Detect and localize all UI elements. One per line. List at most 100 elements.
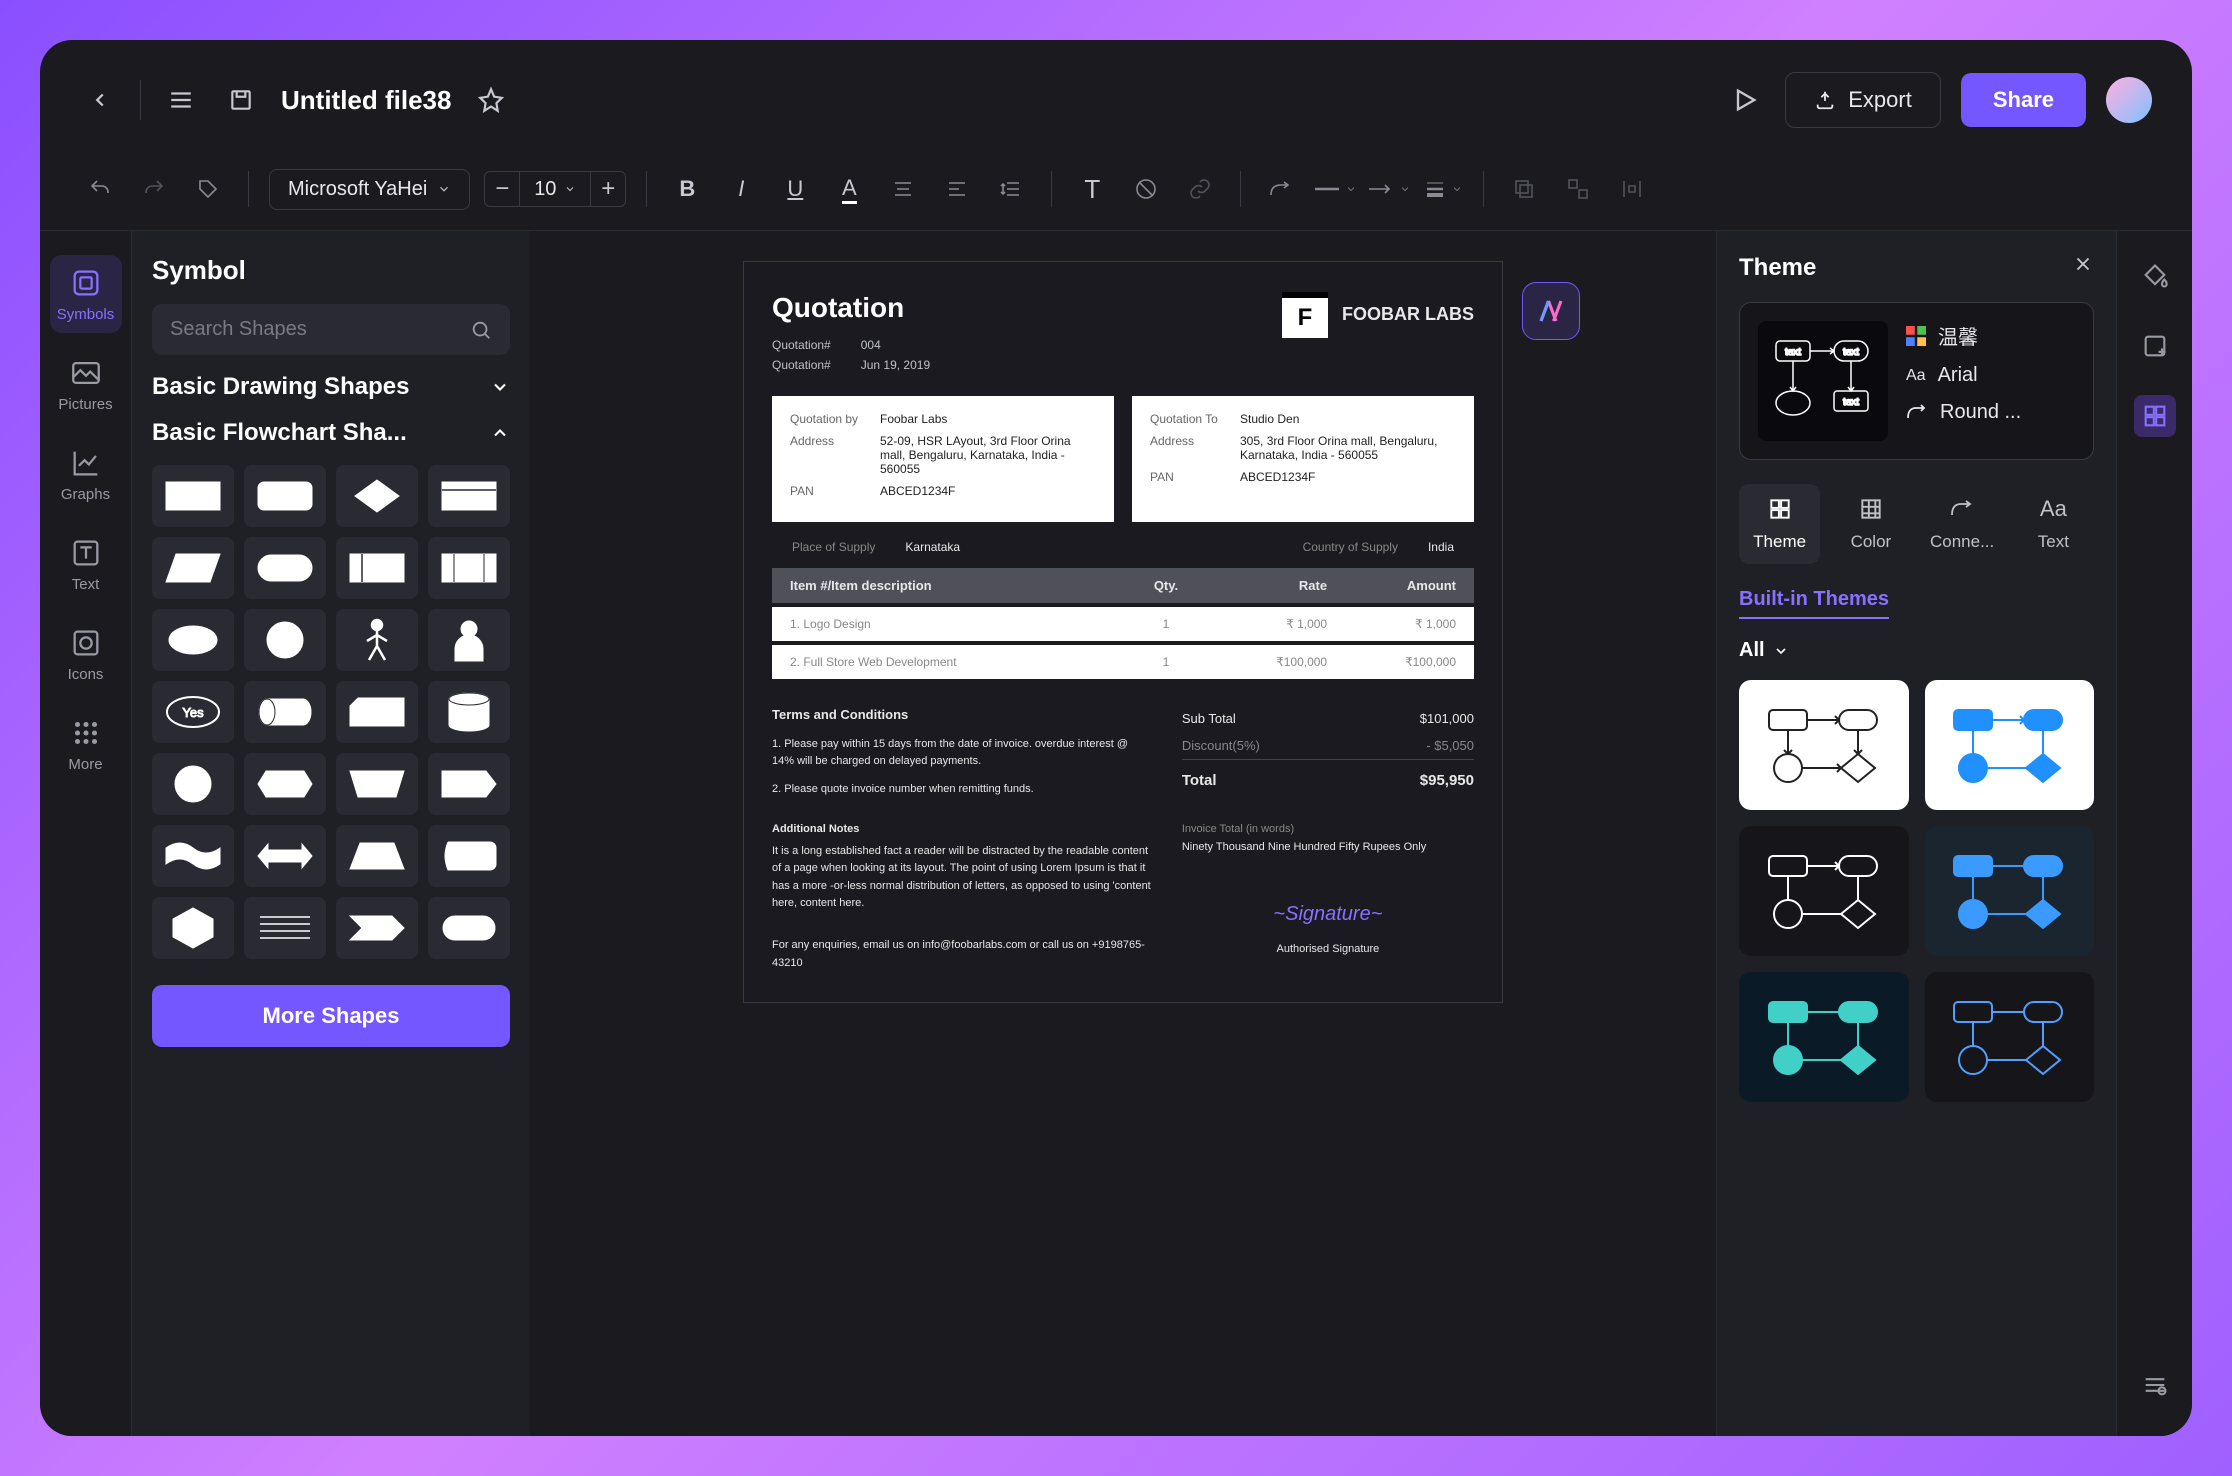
close-icon[interactable] — [2072, 253, 2094, 282]
line-spacing-button[interactable] — [991, 169, 1031, 209]
font-family-select[interactable]: Microsoft YaHei — [269, 169, 470, 210]
line-style-button[interactable] — [1315, 169, 1355, 209]
rail-graphs[interactable]: Graphs — [50, 435, 122, 513]
star-icon[interactable] — [471, 80, 511, 120]
redo-button[interactable] — [134, 169, 174, 209]
shape-yes-ellipse[interactable]: Yes — [152, 681, 234, 743]
align-button[interactable] — [937, 169, 977, 209]
theme-filter-all[interactable]: All — [1739, 639, 2094, 662]
export-label: Export — [1848, 87, 1912, 113]
line-weight-button[interactable] — [1423, 169, 1463, 209]
shape-parallelogram[interactable] — [152, 537, 234, 599]
shape-diamond[interactable] — [336, 465, 418, 527]
shape-curved-rect[interactable] — [428, 825, 510, 887]
shape-column-left[interactable] — [336, 537, 418, 599]
right-rail — [2116, 231, 2192, 1436]
theme-tool-icon[interactable] — [2134, 395, 2176, 437]
shape-cylinder-h[interactable] — [244, 681, 326, 743]
shape-card[interactable] — [336, 681, 418, 743]
shape-ellipse[interactable] — [152, 609, 234, 671]
company-logo: F FOOBAR LABS — [1282, 292, 1474, 338]
arrow-style-button[interactable] — [1369, 169, 1409, 209]
shape-trapezoid[interactable] — [336, 825, 418, 887]
shape-rounded-rect[interactable] — [244, 465, 326, 527]
svg-text:text: text — [1843, 397, 1859, 408]
avatar[interactable] — [2106, 77, 2152, 123]
play-button[interactable] — [1725, 80, 1765, 120]
shape-circle[interactable] — [244, 609, 326, 671]
shape-wave[interactable] — [152, 825, 234, 887]
insert-tool-icon[interactable] — [2134, 325, 2176, 367]
crop-button[interactable] — [1126, 169, 1166, 209]
settings-tool-icon[interactable] — [2134, 1364, 2176, 1406]
back-button[interactable] — [80, 80, 120, 120]
document-preview[interactable]: Quotation Quotation#004 Quotation#Jun 19… — [743, 261, 1503, 1003]
svg-text:text: text — [1785, 347, 1801, 358]
layer-button[interactable] — [1504, 169, 1544, 209]
shape-person[interactable] — [428, 609, 510, 671]
tab-theme[interactable]: Theme — [1739, 484, 1820, 564]
shape-tag-right[interactable] — [428, 753, 510, 815]
fill-tool-icon[interactable] — [2134, 255, 2176, 297]
font-size-value[interactable]: 10 — [520, 171, 590, 207]
italic-button[interactable]: I — [721, 169, 761, 209]
rail-symbols[interactable]: Symbols — [50, 255, 122, 333]
theme-card-light[interactable] — [1739, 680, 1909, 810]
bold-button[interactable]: B — [667, 169, 707, 209]
tab-color[interactable]: Color — [1830, 484, 1911, 564]
theme-card-teal[interactable] — [1739, 972, 1909, 1102]
shape-chevron[interactable] — [336, 897, 418, 959]
search-shapes-input[interactable]: Search Shapes — [152, 304, 510, 355]
underline-button[interactable]: U — [775, 169, 815, 209]
tag-icon[interactable] — [188, 169, 228, 209]
font-size-increase[interactable]: + — [590, 171, 626, 207]
theme-card-outline-blue[interactable] — [1925, 972, 2095, 1102]
shape-double-arrow[interactable] — [244, 825, 326, 887]
table-row: 1. Logo Design1₹ 1,000₹ 1,000 — [772, 607, 1474, 641]
shape-cylinder-v[interactable] — [428, 681, 510, 743]
text-tool-button[interactable]: T — [1072, 169, 1112, 209]
shape-hexagon-v[interactable] — [152, 897, 234, 959]
shape-split-rect[interactable] — [428, 465, 510, 527]
connector-button[interactable] — [1261, 169, 1301, 209]
theme-grid — [1739, 680, 2094, 1102]
text-style-button[interactable] — [883, 169, 923, 209]
save-icon[interactable] — [221, 80, 261, 120]
canvas[interactable]: Quotation Quotation#004 Quotation#Jun 19… — [530, 231, 1716, 1436]
theme-card-dark-blue[interactable] — [1925, 826, 2095, 956]
font-color-button[interactable]: A — [829, 169, 869, 209]
rail-text[interactable]: Text — [50, 525, 122, 603]
ai-badge[interactable] — [1522, 282, 1580, 340]
shape-pill[interactable] — [244, 537, 326, 599]
more-shapes-button[interactable]: More Shapes — [152, 985, 510, 1047]
share-button[interactable]: Share — [1961, 73, 2086, 127]
shape-stick-figure[interactable] — [336, 609, 418, 671]
shape-hexagon-h[interactable] — [244, 753, 326, 815]
shape-rectangle[interactable] — [152, 465, 234, 527]
quotation-by-card: Quotation byFoobar Labs Address52-09, HS… — [772, 396, 1114, 522]
file-title[interactable]: Untitled file38 — [281, 85, 451, 116]
font-size-decrease[interactable]: − — [484, 171, 520, 207]
link-button[interactable] — [1180, 169, 1220, 209]
theme-connector: Round ... — [1906, 401, 2075, 424]
rail-pictures[interactable]: Pictures — [50, 345, 122, 423]
shape-circle-2[interactable] — [152, 753, 234, 815]
theme-card-dark-outline[interactable] — [1739, 826, 1909, 956]
format-toolbar: Microsoft YaHei − 10 + B I U A T — [40, 160, 2192, 230]
shape-stadium[interactable] — [428, 897, 510, 959]
distribute-button[interactable] — [1612, 169, 1652, 209]
export-button[interactable]: Export — [1785, 72, 1941, 128]
rail-more[interactable]: More — [50, 705, 122, 783]
shape-manual-op[interactable] — [336, 753, 418, 815]
tab-connector[interactable]: Conne... — [1922, 484, 2003, 564]
shape-three-column[interactable] — [428, 537, 510, 599]
group-button[interactable] — [1558, 169, 1598, 209]
shape-lines[interactable] — [244, 897, 326, 959]
theme-card-blue[interactable] — [1925, 680, 2095, 810]
category-basic-flowchart[interactable]: Basic Flowchart Sha... — [152, 419, 510, 447]
undo-button[interactable] — [80, 169, 120, 209]
tab-text[interactable]: AaText — [2013, 484, 2094, 564]
category-basic-drawing[interactable]: Basic Drawing Shapes — [152, 373, 510, 401]
menu-button[interactable] — [161, 80, 201, 120]
rail-icons[interactable]: Icons — [50, 615, 122, 693]
